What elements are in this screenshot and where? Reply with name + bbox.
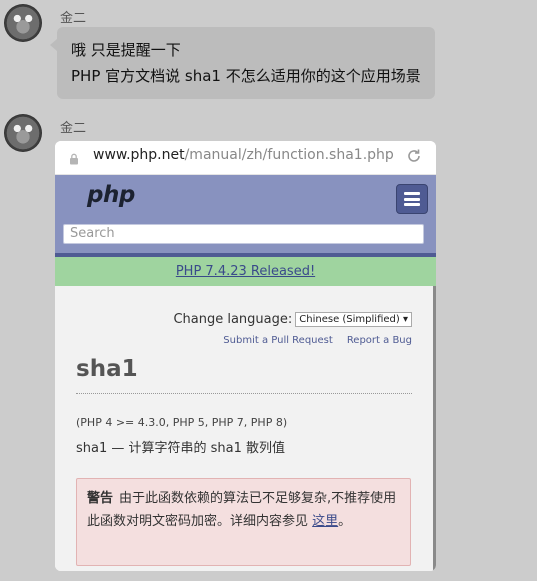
message-bubble[interactable]: 哦 只是提醒一下 PHP 官方文档说 sha1 不怎么适用你的这个应用场景	[50, 27, 435, 99]
report-bug-link: Report a Bug	[346, 335, 412, 346]
warning-link: 这里	[312, 514, 339, 529]
reload-icon	[406, 148, 422, 168]
search-input: Search	[63, 224, 424, 244]
avatar[interactable]	[4, 114, 42, 152]
change-language: Change language: Chinese (Simplified) ▾	[173, 312, 412, 327]
language-selected-value: Chinese (Simplified)	[299, 314, 400, 325]
php-header: php Search	[55, 175, 436, 257]
version-info: (PHP 4 >= 4.3.0, PHP 5, PHP 7, PHP 8)	[76, 416, 288, 429]
hamburger-menu-icon	[396, 184, 428, 214]
doc-content: Change language: Chinese (Simplified) ▾ S…	[55, 286, 436, 571]
message-line: 哦 只是提醒一下	[71, 41, 181, 59]
warning-label: 警告	[87, 491, 114, 506]
language-select: Chinese (Simplified) ▾	[295, 312, 412, 327]
lock-icon	[69, 150, 79, 169]
sender-name: 金二	[60, 11, 87, 26]
sender-name: 金二	[60, 121, 87, 136]
release-link: PHP 7.4.23 Released!	[175, 264, 316, 279]
screenshot-image-message[interactable]: www.php.net/manual/zh/function.sha1.php …	[55, 141, 436, 571]
submit-pull-request-link: Submit a Pull Request	[223, 335, 333, 346]
php-logo: php	[87, 182, 135, 208]
change-language-label: Change language:	[173, 312, 293, 327]
chevron-down-icon: ▾	[402, 314, 408, 325]
message-line: PHP 官方文档说 sha1 不怎么适用你的这个应用场景	[71, 67, 421, 85]
function-description: sha1 — 计算字符串的 sha1 散列值	[76, 441, 286, 456]
avatar[interactable]	[4, 4, 42, 42]
doc-links: Submit a Pull Request Report a Bug	[209, 335, 412, 346]
page-title: sha1	[76, 356, 138, 382]
release-banner: PHP 7.4.23 Released!	[55, 257, 436, 286]
warning-end: 。	[338, 514, 352, 529]
url-host: www.php.net	[93, 147, 185, 163]
url-path: /manual/zh/function.sha1.php	[184, 147, 394, 163]
divider	[76, 393, 412, 394]
warning-box: 警告 由于此函数依赖的算法已不足够复杂,不推荐使用此函数对明文密码加密。详细内容参…	[76, 478, 411, 566]
url-text: www.php.net/manual/zh/function.sha1.php	[93, 147, 394, 163]
browser-url-bar: www.php.net/manual/zh/function.sha1.php	[55, 141, 436, 175]
